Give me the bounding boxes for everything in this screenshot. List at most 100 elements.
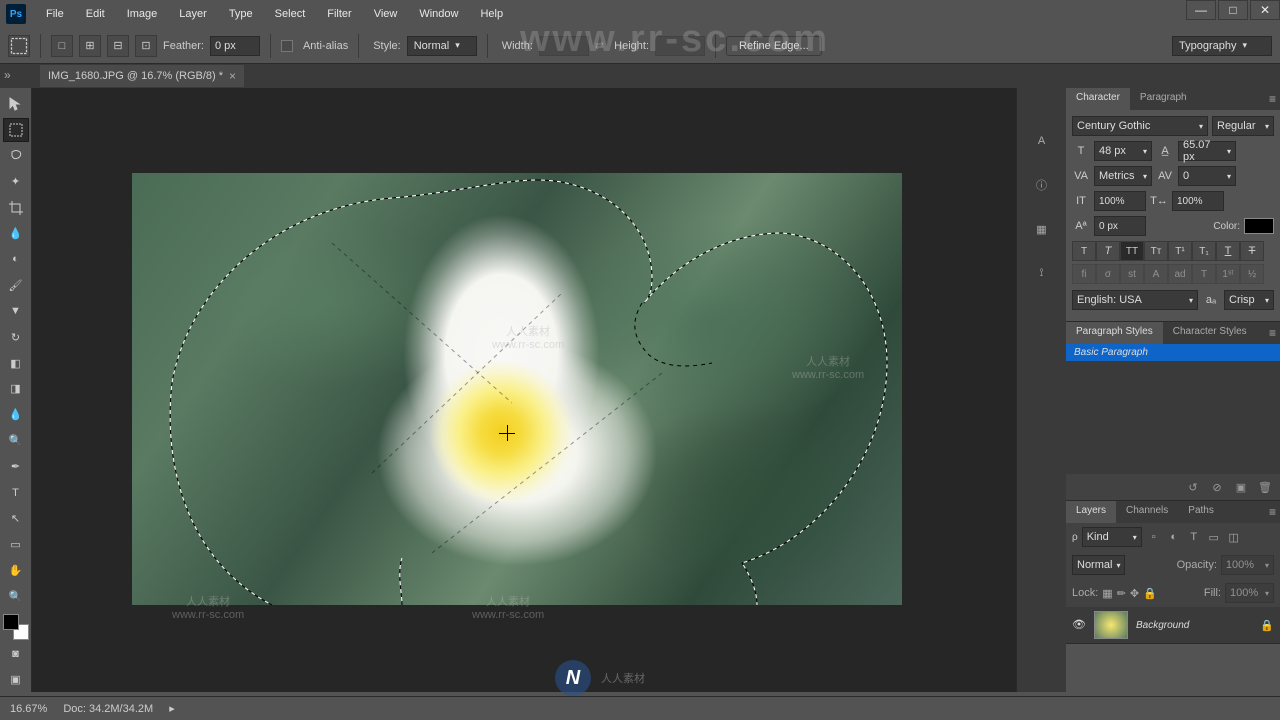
menu-help[interactable]: Help: [470, 4, 513, 24]
hscale-input[interactable]: [1172, 191, 1224, 211]
tab-layers[interactable]: Layers: [1066, 501, 1116, 523]
brush-tool[interactable]: 🖌: [3, 273, 29, 297]
tab-paragraph[interactable]: Paragraph: [1130, 88, 1197, 110]
stamp-tool[interactable]: ▼: [3, 299, 29, 323]
panel-menu-icon[interactable]: ≡: [1269, 505, 1276, 519]
italic-button[interactable]: T: [1096, 241, 1120, 261]
subscript-button[interactable]: T₁: [1192, 241, 1216, 261]
width-input[interactable]: [539, 36, 589, 56]
strikethrough-button[interactable]: T: [1240, 241, 1264, 261]
subtract-selection-icon[interactable]: ⊟: [107, 35, 129, 57]
style-item[interactable]: Basic Paragraph: [1066, 344, 1280, 361]
anti-alias-checkbox[interactable]: [281, 40, 293, 52]
layer-thumbnail[interactable]: [1094, 611, 1128, 639]
menu-layer[interactable]: Layer: [169, 4, 217, 24]
filter-type-icon[interactable]: T: [1186, 529, 1202, 545]
eraser-tool[interactable]: ◧: [3, 351, 29, 375]
1st-button[interactable]: 1ˢᵗ: [1216, 264, 1240, 284]
dock-info-icon[interactable]: ⓘ: [1029, 172, 1055, 198]
lock-all-icon[interactable]: 🔒: [1143, 587, 1157, 600]
font-style-select[interactable]: Regular: [1212, 116, 1274, 136]
ad-button[interactable]: A: [1144, 264, 1168, 284]
color-swatches[interactable]: [3, 614, 29, 640]
add-selection-icon[interactable]: ⊞: [79, 35, 101, 57]
layer-name[interactable]: Background: [1136, 620, 1252, 631]
height-input[interactable]: [655, 36, 705, 56]
menu-image[interactable]: Image: [117, 4, 168, 24]
bold-button[interactable]: T: [1072, 241, 1096, 261]
minimize-button[interactable]: —: [1186, 0, 1216, 20]
leading-input[interactable]: 65.07 px: [1178, 141, 1236, 161]
document-tab-close-icon[interactable]: ×: [229, 69, 236, 83]
fill-input[interactable]: 100%: [1225, 583, 1274, 603]
new-style-icon[interactable]: ▣: [1232, 478, 1250, 496]
path-tool[interactable]: ↖: [3, 507, 29, 531]
screen-mode-tool[interactable]: ▣: [3, 668, 29, 692]
superscript-button[interactable]: T¹: [1168, 241, 1192, 261]
intersect-selection-icon[interactable]: ⊡: [135, 35, 157, 57]
new-selection-icon[interactable]: □: [51, 35, 73, 57]
shape-tool[interactable]: ▭: [3, 532, 29, 556]
anti-alias-select[interactable]: Crisp: [1224, 290, 1274, 310]
filter-shape-icon[interactable]: ▭: [1206, 529, 1222, 545]
zoom-level[interactable]: 16.67%: [10, 703, 47, 715]
st-button[interactable]: st: [1120, 264, 1144, 284]
language-select[interactable]: English: USA: [1072, 290, 1198, 310]
crop-tool[interactable]: [3, 196, 29, 220]
gradient-tool[interactable]: ◨: [3, 377, 29, 401]
healing-tool[interactable]: ◐: [3, 247, 29, 271]
allcaps-button[interactable]: TT: [1120, 241, 1144, 261]
marquee-tool[interactable]: [3, 118, 29, 142]
lock-position-icon[interactable]: ✥: [1130, 587, 1139, 600]
menu-window[interactable]: Window: [409, 4, 468, 24]
revert-icon[interactable]: ↺: [1184, 478, 1202, 496]
aa-button[interactable]: ad: [1168, 264, 1192, 284]
lock-pixels-icon[interactable]: ✏: [1117, 587, 1126, 600]
clear-icon[interactable]: ⊘: [1208, 478, 1226, 496]
sigma-button[interactable]: σ: [1096, 264, 1120, 284]
tab-channels[interactable]: Channels: [1116, 501, 1178, 523]
menu-select[interactable]: Select: [265, 4, 316, 24]
filter-adjustment-icon[interactable]: ◐: [1166, 529, 1182, 545]
history-brush-tool[interactable]: ↻: [3, 325, 29, 349]
font-size-input[interactable]: 48 px: [1094, 141, 1152, 161]
tab-paths[interactable]: Paths: [1178, 501, 1224, 523]
wand-tool[interactable]: ✦: [3, 170, 29, 194]
tab-character-styles[interactable]: Character Styles: [1163, 322, 1257, 344]
menu-view[interactable]: View: [364, 4, 408, 24]
pen-tool[interactable]: ✒: [3, 455, 29, 479]
feather-input[interactable]: [210, 36, 260, 56]
filter-smart-icon[interactable]: ◫: [1226, 529, 1242, 545]
foreground-color[interactable]: [3, 614, 19, 630]
refine-edge-button[interactable]: Refine Edge...: [726, 36, 822, 56]
visibility-icon[interactable]: 👁: [1072, 618, 1086, 632]
hand-tool[interactable]: ✋: [3, 558, 29, 582]
vscale-input[interactable]: [1094, 191, 1146, 211]
baseline-input[interactable]: [1094, 216, 1146, 236]
close-button[interactable]: ✕: [1250, 0, 1280, 20]
panel-menu-icon[interactable]: ≡: [1269, 326, 1276, 340]
opacity-input[interactable]: 100%: [1221, 555, 1274, 575]
maximize-button[interactable]: □: [1218, 0, 1248, 20]
half-button[interactable]: ½: [1240, 264, 1264, 284]
dock-styles-icon[interactable]: ⟟: [1029, 260, 1055, 286]
fi-button[interactable]: fi: [1072, 264, 1096, 284]
tab-paragraph-styles[interactable]: Paragraph Styles: [1066, 322, 1163, 344]
t-button[interactable]: T: [1192, 264, 1216, 284]
lasso-tool[interactable]: [3, 144, 29, 168]
tool-preset-icon[interactable]: [8, 35, 30, 57]
underline-button[interactable]: T: [1216, 241, 1240, 261]
smallcaps-button[interactable]: Tᴛ: [1144, 241, 1168, 261]
blend-mode-select[interactable]: Normal: [1072, 555, 1125, 575]
type-tool[interactable]: T: [3, 481, 29, 505]
panel-menu-icon[interactable]: ≡: [1269, 92, 1276, 106]
tracking-input[interactable]: 0: [1178, 166, 1236, 186]
move-tool[interactable]: [3, 92, 29, 116]
canvas-area[interactable]: 人人素材 www.rr-sc.com 人人素材 www.rr-sc.com 人人…: [32, 88, 1016, 692]
menu-edit[interactable]: Edit: [76, 4, 115, 24]
dodge-tool[interactable]: 🔍: [3, 429, 29, 453]
tab-character[interactable]: Character: [1066, 88, 1130, 110]
menu-file[interactable]: File: [36, 4, 74, 24]
layer-kind-select[interactable]: Kind: [1082, 527, 1142, 547]
filter-pixel-icon[interactable]: ▫: [1146, 529, 1162, 545]
